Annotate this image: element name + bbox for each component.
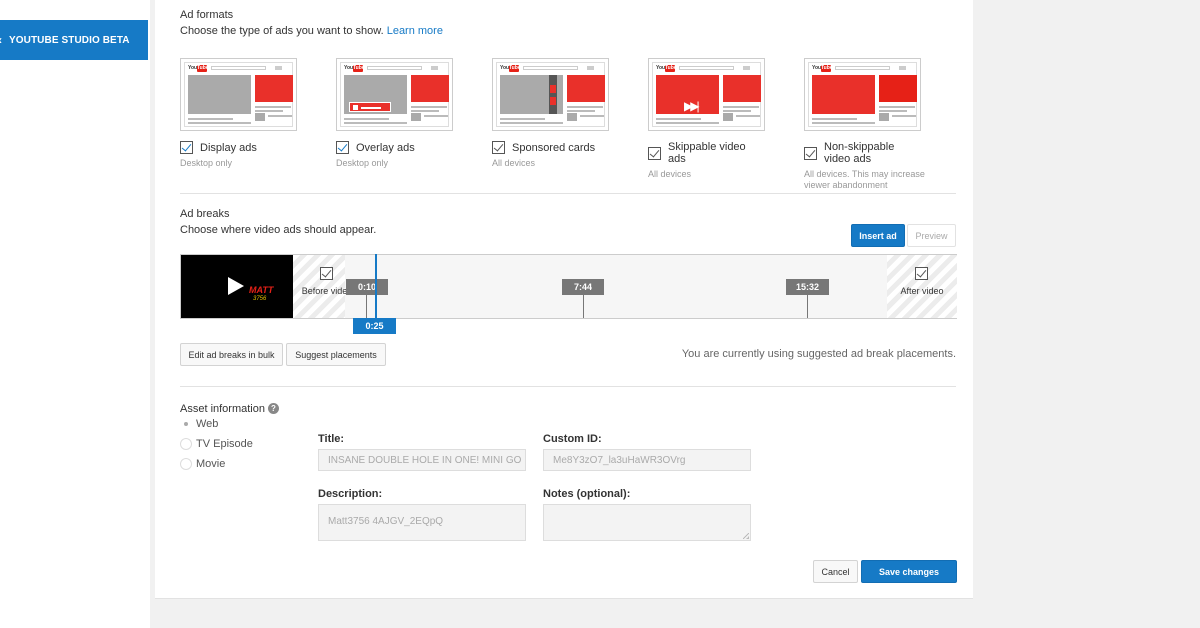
asset-info-title-text: Asset information	[180, 403, 265, 415]
youtube-logo-icon: You Tube	[188, 65, 209, 72]
learn-more-link[interactable]: Learn more	[387, 25, 443, 37]
format-overlay-ads: You Tube Overlay ads Desktop only	[336, 58, 453, 169]
notes-textarea[interactable]	[543, 504, 751, 541]
placement-note: You are currently using suggested ad bre…	[681, 348, 956, 360]
edit-ad-breaks-bulk-button[interactable]: Edit ad breaks in bulk	[180, 343, 283, 366]
custom-id-label: Custom ID:	[543, 433, 602, 445]
skippable-ads-checkbox[interactable]	[648, 146, 661, 160]
suggest-placements-button[interactable]: Suggest placements	[286, 343, 386, 366]
play-icon	[228, 277, 244, 295]
divider	[180, 193, 956, 194]
radio-web-label: Web	[196, 418, 219, 430]
overlay-ads-label: Overlay ads	[356, 141, 415, 154]
divider	[180, 386, 956, 387]
format-display-ads: You Tube Display ads Desktop only	[180, 58, 297, 169]
non-skippable-ads-checkbox[interactable]	[804, 146, 817, 160]
sponsored-cards-desc: All devices	[492, 158, 536, 168]
radio-web[interactable]: Web	[180, 418, 218, 430]
ad-breaks-subtitle: Choose where video ads should appear.	[180, 224, 377, 236]
non-skippable-ads-label: Non-skippable video ads	[824, 141, 895, 165]
help-icon[interactable]: ?	[267, 403, 279, 414]
thumbnail-logo: MATT	[249, 285, 274, 295]
after-video-label: After video	[900, 286, 944, 296]
cancel-button[interactable]: Cancel	[813, 560, 858, 583]
format-sponsored-cards: You Tube Sponsored cards All devices	[492, 58, 609, 169]
ad-break-timeline[interactable]: MATT 3756 Before video After video 0:10 …	[180, 254, 957, 334]
sponsored-cards-label: Sponsored cards	[512, 141, 596, 154]
display-ads-checkbox[interactable]	[180, 141, 193, 154]
ad-break-marker[interactable]: 7:44	[562, 279, 604, 295]
display-ads-label: Display ads	[200, 141, 257, 154]
display-ads-desc: Desktop only	[180, 158, 233, 168]
format-non-skippable-video-ads: You Tube Non-skippable video ads All devi…	[804, 58, 925, 191]
notes-label: Notes (optional):	[543, 488, 631, 500]
skip-forward-icon: ▶▶|	[684, 99, 699, 113]
before-video-checkbox[interactable]	[320, 267, 333, 280]
ad-break-marker[interactable]: 15:32	[786, 279, 829, 295]
monetization-card: Ad formats Choose the type of ads you wa…	[155, 0, 973, 599]
youtube-logo-icon: You Tube	[344, 65, 365, 72]
asset-info-title: Asset information?	[180, 403, 279, 415]
after-video-checkbox[interactable]	[915, 267, 928, 280]
overlay-ads-desc: Desktop only	[336, 158, 389, 168]
youtube-logo-icon: You Tube	[812, 65, 833, 72]
non-skippable-ads-desc: All devices. This may increase viewer ab…	[804, 169, 925, 190]
preview-button[interactable]: Preview	[907, 224, 956, 247]
skippable-ads-desc: All devices	[648, 169, 692, 179]
youtube-logo-icon: You Tube	[500, 65, 521, 72]
video-thumbnail: MATT 3756	[181, 255, 293, 318]
ad-formats-subtitle: Choose the type of ads you want to show.…	[180, 25, 443, 37]
resize-handle-icon[interactable]	[743, 533, 749, 539]
non-skippable-ads-thumbnail: You Tube	[804, 58, 921, 131]
ad-break-stem	[807, 295, 808, 318]
title-label: Title:	[318, 433, 345, 445]
ad-breaks-title: Ad breaks	[180, 208, 230, 220]
ad-break-marker[interactable]: 0:10	[346, 279, 388, 295]
overlay-ads-thumbnail: You Tube	[336, 58, 453, 131]
description-textarea[interactable]: Matt3756 4AJGV_2EQpQ	[318, 504, 526, 541]
playhead[interactable]	[375, 254, 377, 320]
overlay-ads-checkbox[interactable]	[336, 141, 349, 154]
radio-movie[interactable]: Movie	[180, 458, 225, 470]
studio-button-label: YOUTUBE STUDIO BETA	[9, 34, 130, 46]
ad-formats-title: Ad formats	[180, 9, 234, 21]
format-skippable-video-ads: You Tube ▶▶| Skippable video ads All devi…	[648, 58, 765, 180]
insert-ad-button[interactable]: Insert ad	[851, 224, 905, 247]
skippable-ads-label: Skippable video ads	[668, 141, 746, 165]
ad-break-stem	[583, 295, 584, 318]
display-ads-thumbnail: You Tube	[180, 58, 297, 131]
title-input[interactable]: INSANE DOUBLE HOLE IN ONE! MINI GO	[318, 449, 526, 471]
chevron-left-icon: ‹	[0, 33, 2, 47]
thumbnail-logo-sub: 3756	[253, 296, 267, 302]
youtube-logo-icon: You Tube	[656, 65, 677, 72]
left-panel: ‹ YOUTUBE STUDIO BETA	[0, 0, 150, 628]
sponsored-cards-thumbnail: You Tube	[492, 58, 609, 131]
sponsored-cards-checkbox[interactable]	[492, 141, 505, 154]
radio-movie-label: Movie	[196, 458, 226, 470]
ad-break-stem	[366, 295, 367, 318]
playhead-time[interactable]: 0:25	[353, 318, 396, 334]
description-label: Description:	[318, 488, 383, 500]
skippable-ads-thumbnail: You Tube ▶▶|	[648, 58, 765, 131]
save-changes-button[interactable]: Save changes	[861, 560, 957, 583]
custom-id-input[interactable]: Me8Y3zO7_la3uHaWR3OVrg	[543, 449, 751, 471]
ad-formats-subtitle-text: Choose the type of ads you want to show.	[180, 25, 384, 37]
youtube-studio-beta-button[interactable]: ‹ YOUTUBE STUDIO BETA	[0, 20, 148, 60]
radio-tv-episode[interactable]: TV Episode	[180, 438, 253, 450]
radio-tv-episode-label: TV Episode	[196, 438, 253, 450]
